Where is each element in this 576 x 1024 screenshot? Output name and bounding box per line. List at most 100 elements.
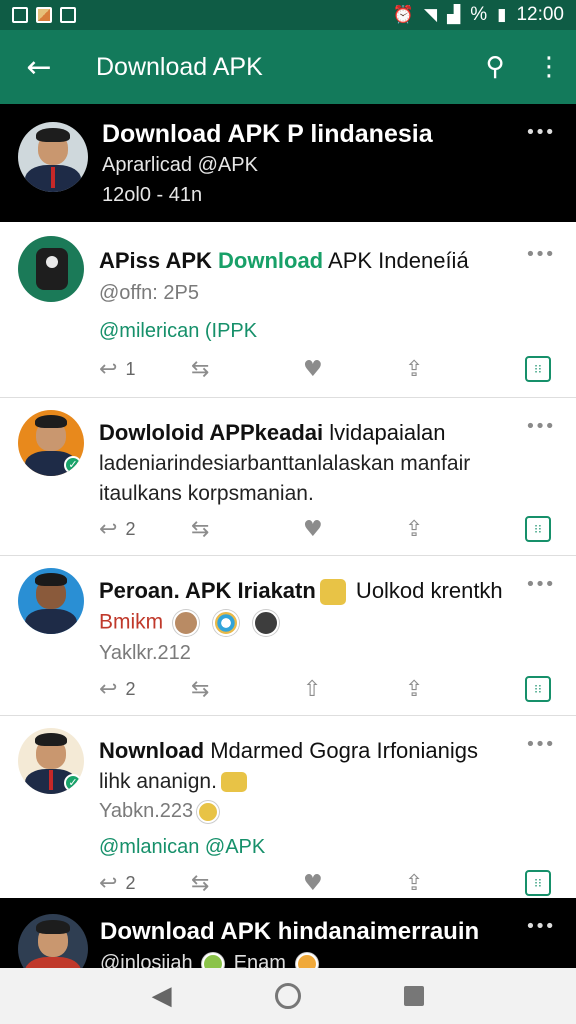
- tweet-author: Nownload Mdarmed Gogra Irfonianigs: [99, 738, 479, 763]
- status-bar: ⏰ ◥ ▟ % ▮ 12:00: [0, 0, 576, 30]
- profile-footer[interactable]: Download APK hindanaimerrauin @inlosiiah…: [0, 898, 576, 968]
- reply-count: 2: [125, 518, 136, 539]
- tweet-item[interactable]: ✓ Dowloloid APPkeadai lvidapaialan laden…: [0, 398, 576, 556]
- footer-avatar[interactable]: [18, 914, 88, 968]
- tweet-more-icon[interactable]: •••: [525, 574, 555, 595]
- status-notifications: [12, 7, 76, 23]
- like-button[interactable]: ♥: [303, 514, 323, 544]
- emoji-icon: [295, 952, 318, 968]
- mini-avatar-icon: [252, 610, 279, 636]
- tweet-avatar[interactable]: ✓: [18, 410, 84, 476]
- retweet-button[interactable]: ⇆: [191, 674, 209, 704]
- tweet-more-icon[interactable]: •••: [525, 734, 555, 755]
- upload-icon: ⇧: [303, 676, 322, 702]
- grid-button[interactable]: ⁝⁝: [525, 516, 551, 542]
- like-button[interactable]: ♥: [303, 868, 323, 898]
- reply-count: 2: [125, 872, 136, 893]
- grid-icon: ⁝⁝: [534, 522, 542, 536]
- tweet-more-icon[interactable]: •••: [525, 416, 555, 437]
- tweet-text-line: Bmikm: [99, 610, 283, 636]
- grid-button[interactable]: ⁝⁝: [525, 870, 551, 896]
- profile-avatar[interactable]: [18, 122, 88, 192]
- tweet-more-icon[interactable]: •••: [525, 244, 555, 265]
- share-icon: ⇪: [405, 870, 424, 896]
- reply-button[interactable]: ↩ 2: [99, 674, 135, 704]
- retweet-button[interactable]: ⇆: [191, 514, 209, 544]
- reply-icon: ↩: [99, 870, 118, 896]
- heart-icon: ♥: [303, 516, 323, 542]
- nav-back-icon[interactable]: ◀: [152, 981, 172, 1011]
- grid-icon: ⁝⁝: [534, 682, 542, 696]
- status-time: 12:00: [516, 4, 564, 25]
- battery-percent: %: [470, 4, 488, 25]
- reply-icon: ↩: [99, 356, 118, 382]
- share-button[interactable]: ⇪: [405, 514, 423, 544]
- signal-icon: ▟: [447, 5, 461, 25]
- mini-avatar-icon: [202, 952, 225, 968]
- footer-more-icon[interactable]: •••: [525, 916, 555, 937]
- tweet-author: Dowloloid APPkeadai lvidapaialan: [99, 420, 446, 445]
- retweet-icon: ⇆: [191, 356, 210, 382]
- battery-icon: ▮: [497, 5, 507, 25]
- profile-more-icon[interactable]: •••: [525, 122, 555, 143]
- profile-header[interactable]: Download APK P lindanesia Aprarlicad @AP…: [0, 104, 576, 222]
- share-button[interactable]: ⇪: [405, 674, 423, 704]
- tweet-mention[interactable]: @milerican (IPPK: [99, 320, 257, 343]
- share-button[interactable]: ⇪: [405, 868, 423, 898]
- tweet-avatar[interactable]: [18, 568, 84, 634]
- profile-count: 12ol0 - 41n: [102, 184, 203, 206]
- system-nav-bar: ◀: [0, 968, 576, 1024]
- nav-home-icon[interactable]: [274, 983, 301, 1009]
- grid-icon: ⁝⁝: [534, 876, 542, 890]
- mini-avatar-icon: [173, 610, 200, 636]
- tweet-author: APiss APK Download APK Indeneíiá: [99, 248, 469, 273]
- tweet-actions: ↩ 2 ⇆ ⇧ ⇪ ⁝⁝: [99, 674, 551, 704]
- reply-count: 2: [125, 678, 136, 699]
- emoji-icon: [319, 579, 346, 606]
- like-button[interactable]: ♥: [303, 354, 323, 384]
- grid-button[interactable]: ⁝⁝: [525, 356, 551, 382]
- reply-count: 1: [125, 358, 136, 379]
- reply-icon: ↩: [99, 676, 118, 702]
- back-button[interactable]: ←: [0, 30, 78, 104]
- arrow-left-icon: ←: [26, 49, 52, 85]
- tweet-mention[interactable]: @mlanican @APK: [99, 836, 265, 859]
- overflow-menu-button[interactable]: ⋮: [522, 30, 576, 104]
- nav-recents-icon[interactable]: [404, 986, 425, 1006]
- heart-icon: ♥: [303, 356, 323, 382]
- retweet-button[interactable]: ⇆: [191, 354, 209, 384]
- app-bar: ← Download APK ⚲ ⋮: [0, 30, 576, 104]
- more-vert-icon: ⋮: [536, 52, 562, 82]
- retweet-button[interactable]: ⇆: [191, 868, 209, 898]
- emoji-icon: [220, 772, 247, 793]
- upload-button[interactable]: ⇧: [303, 674, 321, 704]
- share-button[interactable]: ⇪: [405, 354, 423, 384]
- footer-profile-name: Download APK hindanaimerrauin: [100, 918, 480, 945]
- page-title: Download APK: [96, 52, 263, 81]
- tweet-item[interactable]: APiss APK Download APK Indeneíiá @offn: …: [0, 222, 576, 398]
- tweet-meta: @offn: 2P5: [99, 282, 199, 304]
- tweet-feed: APiss APK Download APK Indeneíiá @offn: …: [0, 222, 576, 898]
- grid-button[interactable]: ⁝⁝: [525, 676, 551, 702]
- tweet-item[interactable]: ✓ Nownload Mdarmed Gogra Irfonianigs lih…: [0, 716, 576, 898]
- retweet-icon: ⇆: [191, 870, 210, 896]
- tweet-text-line: lihk ananign.: [99, 770, 251, 794]
- tweet-avatar[interactable]: [18, 236, 84, 302]
- status-indicators: ⏰ ◥ ▟ % ▮ 12:00: [393, 4, 564, 26]
- tweet-text-line: ladeniarindesiarbanttanlalaskan manfair: [99, 452, 471, 475]
- tweet-item[interactable]: Peroan. APK Iriakatn Uolkod krentkh Bmik…: [0, 556, 576, 716]
- tweet-actions: ↩ 2 ⇆ ♥ ⇪ ⁝⁝: [99, 514, 551, 544]
- reply-button[interactable]: ↩ 2: [99, 514, 135, 544]
- reply-button[interactable]: ↩ 2: [99, 868, 135, 898]
- wifi-icon: ◥: [424, 5, 438, 25]
- profile-name: Download APK P lindanesia: [102, 120, 433, 148]
- tweet-text-line: itaulkans korpsmanian.: [99, 482, 314, 505]
- share-icon: ⇪: [405, 516, 424, 542]
- emoji-icon: [197, 800, 220, 823]
- reply-button[interactable]: ↩ 1: [99, 354, 135, 384]
- tweet-avatar[interactable]: ✓: [18, 728, 84, 794]
- search-button[interactable]: ⚲: [468, 30, 522, 104]
- grid-icon: ⁝⁝: [534, 362, 542, 376]
- reply-icon: ↩: [99, 516, 118, 542]
- share-icon: ⇪: [405, 676, 424, 702]
